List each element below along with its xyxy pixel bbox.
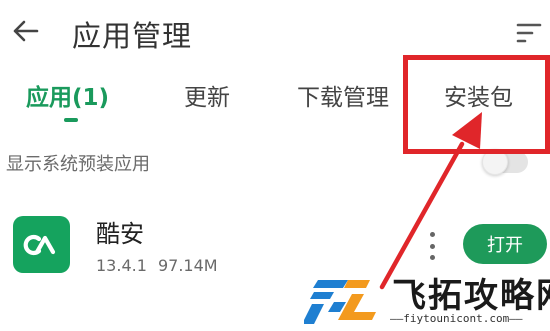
coolapk-logo-icon: [13, 216, 70, 273]
system-apps-toggle[interactable]: [482, 149, 528, 175]
app-meta: 13.4.1 97.14M: [96, 256, 218, 275]
sort-button[interactable]: [512, 16, 546, 50]
app-name: 酷安: [96, 220, 144, 248]
app-version: 13.4.1: [96, 256, 147, 275]
highlight-annotation-box: [403, 55, 550, 154]
tab-download-manager[interactable]: 下载管理: [297, 78, 389, 112]
more-dot: [429, 232, 435, 237]
watermark: 飞拓攻略网 ——fiytounicont.com——: [300, 266, 550, 331]
arrow-left-icon: [13, 20, 39, 42]
system-apps-label: 显示系统预装应用: [6, 154, 150, 175]
sort-icon: [516, 23, 542, 43]
active-tab-indicator: [64, 118, 78, 122]
watermark-logo-icon: [304, 280, 376, 324]
tab-apps[interactable]: 应用(1): [26, 78, 109, 112]
page-title: 应用管理: [72, 19, 193, 53]
watermark-title: 飞拓攻略网: [392, 276, 550, 316]
more-dot: [429, 255, 435, 260]
open-app-button[interactable]: 打开: [463, 224, 547, 264]
watermark-url: ——fiytounicont.com——: [390, 312, 523, 325]
app-size: 97.14M: [157, 256, 218, 275]
more-dot: [429, 243, 435, 249]
back-button[interactable]: [8, 14, 42, 48]
tab-updates[interactable]: 更新: [184, 78, 230, 112]
more-options-button[interactable]: [424, 232, 440, 260]
